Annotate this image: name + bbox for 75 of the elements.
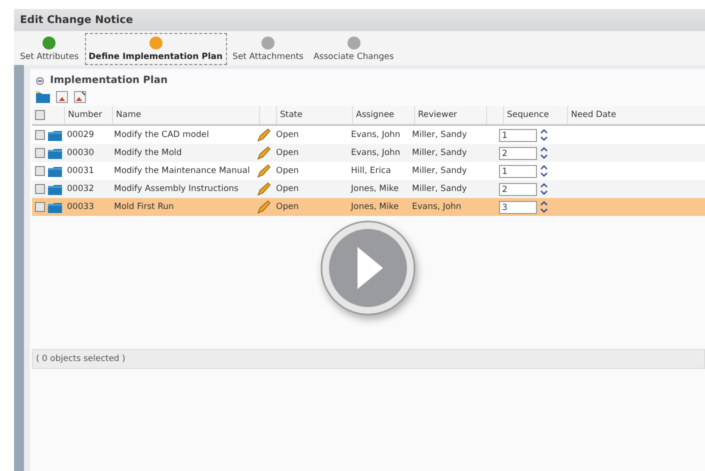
- table-cell-text: Open: [275, 202, 300, 212]
- folder-icon: [48, 148, 62, 158]
- column-header[interactable]: Number: [64, 106, 112, 124]
- play-button-icon[interactable]: [320, 220, 416, 316]
- table-cell-text: Mold First Run: [113, 202, 175, 212]
- select-all-checkbox[interactable]: [35, 110, 45, 120]
- wizard-step[interactable]: Set Attributes: [16, 33, 83, 65]
- folder-icon: [48, 184, 62, 194]
- row-checkbox[interactable]: [35, 130, 45, 140]
- table-cell-text: 00031: [66, 166, 96, 176]
- wizard-step[interactable]: Associate Changes: [309, 33, 398, 65]
- table-cell-text: Evans, John: [411, 202, 462, 212]
- table-cell-text: Hill, Erica: [350, 166, 392, 176]
- table-cell-text: Open: [275, 148, 300, 158]
- table-cell-text: Modify the Maintenance Manual: [113, 166, 251, 176]
- column-header[interactable]: Name: [112, 106, 259, 124]
- table-cell-text: Miller, Sandy: [411, 184, 468, 194]
- table-cell-text: 00030: [66, 148, 96, 158]
- table-cell-text: Open: [275, 184, 300, 194]
- table-cell-text: Miller, Sandy: [411, 166, 468, 176]
- spinner-arrows-icon[interactable]: [539, 127, 549, 143]
- folder-icon[interactable]: [36, 91, 50, 103]
- table-cell-text: Open: [275, 166, 300, 176]
- sequence-field[interactable]: 1: [499, 164, 537, 178]
- table-cell-text: Miller, Sandy: [411, 148, 468, 158]
- pencil-icon[interactable]: [257, 200, 271, 214]
- table-row[interactable]: 00033 Mold First Run Open Jones, Mike Evans, John 3: [32, 198, 705, 216]
- table-cell-text: Modify Assembly Instructions: [113, 184, 240, 194]
- column-header[interactable]: Assignee: [352, 106, 414, 124]
- pencil-icon[interactable]: [257, 128, 271, 142]
- column-header[interactable]: Reviewer: [414, 106, 486, 124]
- document-edit-icon[interactable]: [74, 91, 86, 103]
- sequence-field[interactable]: 2: [499, 146, 537, 160]
- row-checkbox[interactable]: [35, 148, 45, 158]
- sequence-field[interactable]: 2: [499, 182, 537, 196]
- table-cell-text: Miller, Sandy: [411, 130, 468, 140]
- table-cell-text: Jones, Mike: [350, 202, 400, 212]
- selection-count: ( 0 objects selected ): [36, 354, 126, 364]
- row-checkbox[interactable]: [35, 166, 45, 176]
- pencil-icon[interactable]: [257, 164, 271, 178]
- table-row[interactable]: 00031 Modify the Maintenance Manual Open Hill, Erica Miller, Sandy 1: [32, 162, 705, 180]
- table-cell-text: Evans, John: [350, 130, 402, 140]
- table-cell-text: 00029: [66, 130, 96, 140]
- table-cell-text: 00033: [66, 202, 96, 212]
- sequence-field[interactable]: 3: [499, 200, 537, 214]
- row-checkbox[interactable]: [35, 184, 45, 194]
- pencil-icon[interactable]: [257, 182, 271, 196]
- table-cell-text: Modify the Mold: [113, 148, 183, 158]
- column-header[interactable]: State: [276, 106, 352, 124]
- pencil-icon[interactable]: [257, 146, 271, 160]
- collapse-icon[interactable]: [36, 76, 44, 84]
- column-header[interactable]: Need Date: [567, 106, 705, 124]
- panel-title: Implementation Plan: [50, 75, 168, 86]
- folder-icon: [48, 166, 62, 176]
- wizard-step[interactable]: Set Attachments: [228, 33, 308, 65]
- table-row[interactable]: 00029 Modify the CAD model Open Evans, John Miller, Sandy 1: [32, 126, 705, 144]
- table-cell-text: Modify the CAD model: [113, 130, 210, 140]
- window-title: Edit Change Notice: [19, 14, 133, 26]
- row-checkbox[interactable]: [35, 202, 45, 212]
- folder-icon: [48, 130, 62, 140]
- spinner-arrows-icon[interactable]: [539, 163, 549, 179]
- sequence-field[interactable]: 1: [499, 128, 537, 142]
- table-cell-text: Jones, Mike: [350, 184, 400, 194]
- wizard-step[interactable]: Define Implementation Plan: [84, 33, 227, 65]
- table-cell-text: Open: [275, 130, 300, 140]
- column-header[interactable]: Sequence: [503, 106, 567, 124]
- table-cell-text: Evans, John: [350, 148, 402, 158]
- spinner-arrows-icon[interactable]: [539, 181, 549, 197]
- spinner-arrows-icon[interactable]: [539, 199, 549, 215]
- folder-icon: [48, 202, 62, 212]
- table-row[interactable]: 00032 Modify Assembly Instructions Open Jones, Mike Miller, Sandy 2: [32, 180, 705, 198]
- table-cell-text: 00032: [66, 184, 96, 194]
- document-icon[interactable]: [56, 91, 68, 103]
- spinner-arrows-icon[interactable]: [539, 145, 549, 161]
- table-row[interactable]: 00030 Modify the Mold Open Evans, John Miller, Sandy 2: [32, 144, 705, 162]
